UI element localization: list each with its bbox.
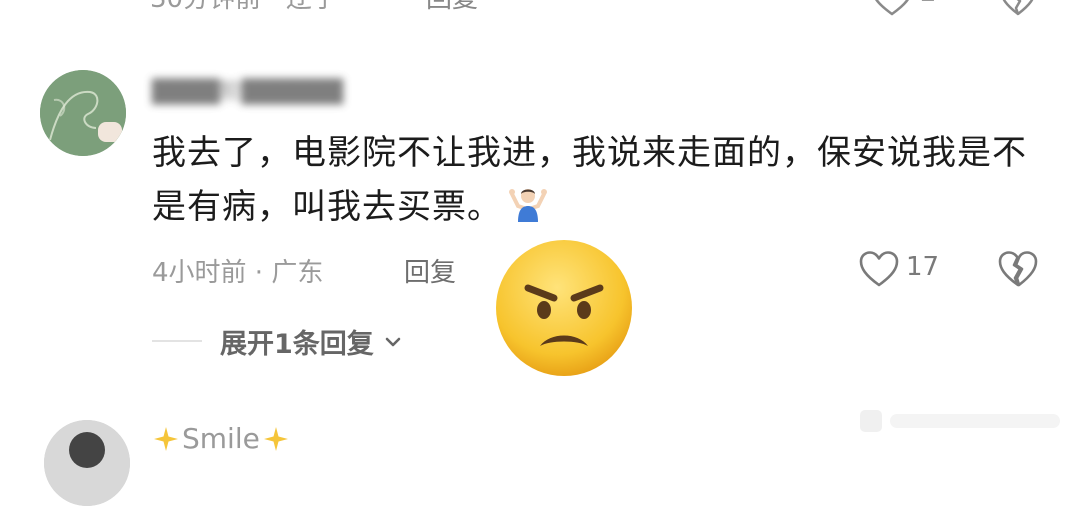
username-text: ████阶██████ [152, 80, 344, 105]
next-avatar[interactable] [44, 420, 130, 506]
comment-body: 我去了，电影院不让我进，我说来走面的，保安说我是不是有病，叫我去买票。 [152, 126, 1052, 234]
broken-heart-icon[interactable] [998, 250, 1038, 288]
prev-comment-meta: 30分钟前 · 辽宁 [150, 0, 338, 15]
sparkles-icon [154, 426, 178, 451]
reply-button[interactable]: 回复 [404, 252, 456, 289]
prev-like-count: 2 [920, 0, 937, 8]
avatar-image [40, 70, 126, 156]
divider-line [152, 340, 202, 342]
next-username-text: Smile [182, 422, 260, 455]
person-shrugging-emoji-icon [509, 189, 547, 222]
avatar-image [44, 420, 130, 506]
next-username[interactable]: Smile [152, 422, 290, 455]
comment-meta: 4小时前 · 广东 [152, 258, 324, 288]
chevron-down-icon [385, 337, 401, 346]
expand-replies-label: 展开1条回复 [220, 329, 374, 360]
comment-text: 我去了，电影院不让我进，我说来走面的，保安说我是不是有病，叫我去买票。 [152, 133, 1027, 227]
prev-reply-button[interactable]: 回复 [426, 0, 478, 15]
like-count: 17 [906, 252, 940, 282]
username[interactable]: ████阶██████ [152, 74, 352, 105]
expand-replies-button[interactable]: 展开1条回复 [220, 322, 404, 361]
avatar[interactable] [40, 70, 126, 156]
broken-heart-icon[interactable] [1000, 0, 1036, 16]
sparkles-icon [263, 426, 288, 451]
watermark-logo [860, 410, 1060, 432]
heart-icon[interactable] [872, 0, 912, 16]
heart-icon[interactable] [858, 250, 900, 288]
angry-face-emoji-icon [496, 240, 632, 376]
